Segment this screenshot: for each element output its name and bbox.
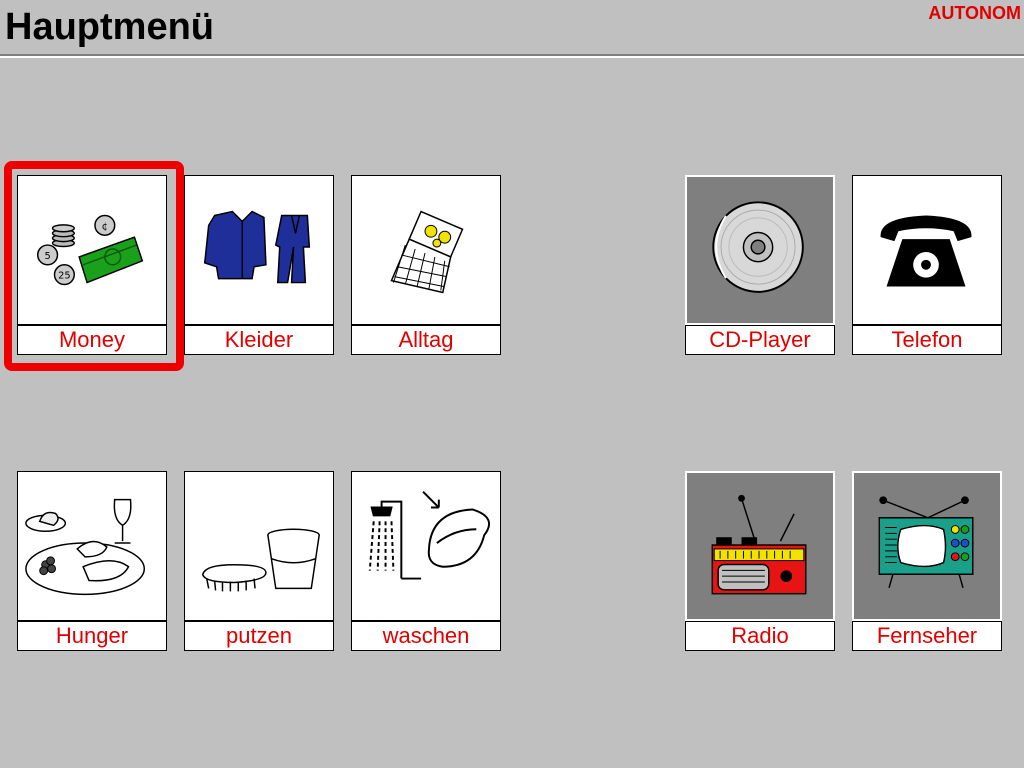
calendar-icon (351, 175, 501, 325)
tile-putzen[interactable]: putzen (184, 471, 334, 651)
cleaning-icon (184, 471, 334, 621)
tile-kleider[interactable]: Kleider (184, 175, 334, 355)
tile-label: Hunger (17, 621, 167, 651)
tile-label: Telefon (852, 325, 1002, 355)
tile-label: Radio (685, 621, 835, 651)
tile-cd-player[interactable]: CD-Player (685, 175, 835, 355)
mode-indicator: AUTONOM (928, 3, 1021, 23)
page-title: Hauptmenü (5, 6, 214, 48)
clothes-icon (184, 175, 334, 325)
svg-text:25: 25 (58, 271, 71, 282)
tile-label: putzen (184, 621, 334, 651)
tile-money[interactable]: ¢ 5 25 Money (17, 175, 167, 355)
tile-telefon[interactable]: Telefon (852, 175, 1002, 355)
svg-text:5: 5 (44, 251, 50, 262)
tile-label: Alltag (351, 325, 501, 355)
tile-radio[interactable]: Radio (685, 471, 835, 651)
telephone-icon (852, 175, 1002, 325)
tile-label: waschen (351, 621, 501, 651)
tile-label: Kleider (184, 325, 334, 355)
tile-hunger[interactable]: Hunger (17, 471, 167, 651)
tile-fernseher[interactable]: Fernseher (852, 471, 1002, 651)
tv-icon (852, 471, 1002, 621)
header-divider-highlight (0, 56, 1024, 58)
cd-icon (685, 175, 835, 325)
tile-label: Money (17, 325, 167, 355)
meal-icon (17, 471, 167, 621)
shower-icon (351, 471, 501, 621)
radio-icon (685, 471, 835, 621)
tile-waschen[interactable]: waschen (351, 471, 501, 651)
svg-text:¢: ¢ (102, 221, 108, 232)
tile-alltag[interactable]: Alltag (351, 175, 501, 355)
tile-label: CD-Player (685, 325, 835, 355)
money-icon: ¢ 5 25 (17, 175, 167, 325)
tile-label: Fernseher (852, 621, 1002, 651)
